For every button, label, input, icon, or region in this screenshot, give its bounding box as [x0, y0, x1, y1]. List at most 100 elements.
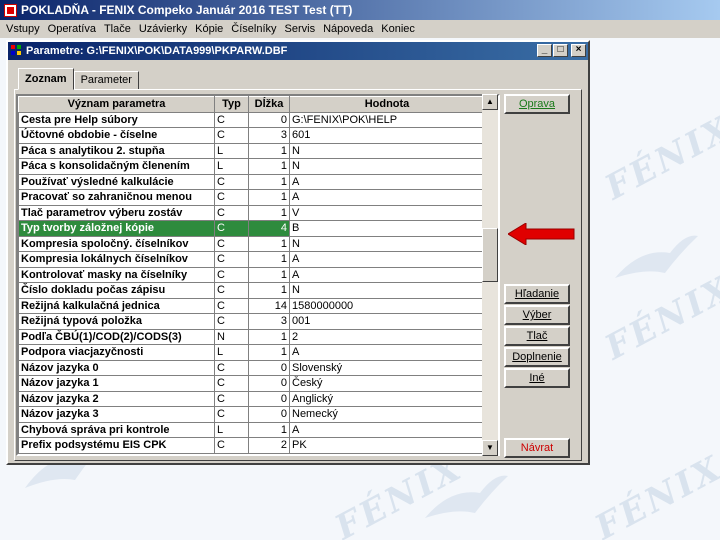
tab-parameter[interactable]: Parameter	[73, 71, 139, 90]
cell-vyznam[interactable]: Pracovať so zahraničnou menou	[18, 189, 215, 206]
table-row[interactable]: Podľa ČBÚ(1)/COD(2)/CODS(3) N 1 2	[18, 328, 485, 345]
menu-koniec[interactable]: Koniec	[377, 23, 419, 35]
cell-dlzka[interactable]: 0	[248, 406, 290, 423]
table-row[interactable]: Typ tvorby záložnej kópie C 4 B	[18, 220, 485, 237]
cell-hodnota[interactable]: B	[289, 220, 485, 237]
tlac-button[interactable]: Tlač	[504, 326, 570, 346]
close-button[interactable]: ×	[571, 44, 586, 57]
cell-vyznam[interactable]: Číslo dokladu počas zápisu	[18, 282, 215, 299]
cell-vyznam[interactable]: Tlač parametrov výberu zostáv	[18, 204, 215, 221]
cell-typ[interactable]: N	[214, 328, 249, 345]
cell-typ[interactable]: C	[214, 390, 249, 407]
column-header-dlzka[interactable]: Dĺžka	[248, 96, 290, 113]
cell-typ[interactable]: L	[214, 421, 249, 438]
cell-typ[interactable]: C	[214, 189, 249, 206]
cell-dlzka[interactable]: 1	[248, 235, 290, 252]
table-row[interactable]: Režijná kalkulačná jednica C 14 1580000000	[18, 297, 485, 314]
cell-dlzka[interactable]: 1	[248, 266, 290, 283]
column-header-hodnota[interactable]: Hodnota	[289, 96, 485, 113]
cell-hodnota[interactable]: 1580000000	[289, 297, 485, 314]
cell-dlzka[interactable]: 3	[248, 313, 290, 330]
cell-dlzka[interactable]: 0	[248, 111, 290, 128]
cell-hodnota[interactable]: Nemecký	[289, 406, 485, 423]
cell-vyznam[interactable]: Kompresia lokálnych číselníkov	[18, 251, 215, 268]
cell-typ[interactable]: C	[214, 282, 249, 299]
cell-typ[interactable]: C	[214, 375, 249, 392]
cell-hodnota[interactable]: N	[289, 142, 485, 159]
menu-uzavierky[interactable]: Uzávierky	[135, 23, 191, 35]
navrat-button[interactable]: Návrat	[504, 438, 570, 458]
cell-dlzka[interactable]: 2	[248, 437, 290, 454]
cell-dlzka[interactable]: 3	[248, 127, 290, 144]
cell-hodnota[interactable]: Anglický	[289, 390, 485, 407]
cell-hodnota[interactable]: N	[289, 158, 485, 175]
table-row[interactable]: Páca s analytikou 2. stupňa L 1 N	[18, 142, 485, 159]
cell-dlzka[interactable]: 4	[248, 220, 290, 237]
cell-vyznam[interactable]: Páca s konsolidačným členením	[18, 158, 215, 175]
cell-dlzka[interactable]: 1	[248, 158, 290, 175]
cell-dlzka[interactable]: 1	[248, 344, 290, 361]
cell-typ[interactable]: C	[214, 406, 249, 423]
table-row[interactable]: Páca s konsolidačným členením L 1 N	[18, 158, 485, 175]
cell-hodnota[interactable]: PK	[289, 437, 485, 454]
cell-dlzka[interactable]: 0	[248, 375, 290, 392]
cell-dlzka[interactable]: 14	[248, 297, 290, 314]
cell-hodnota[interactable]: 601	[289, 127, 485, 144]
table-row[interactable]: Používať výsledné kalkulácie C 1 A	[18, 173, 485, 190]
minimize-button[interactable]: _	[537, 44, 552, 57]
cell-vyznam[interactable]: Podpora viacjazyčnosti	[18, 344, 215, 361]
cell-vyznam[interactable]: Kompresia spoločný. číselníkov	[18, 235, 215, 252]
cell-vyznam[interactable]: Chybová správa pri kontrole	[18, 421, 215, 438]
table-row[interactable]: Kontrolovať masky na číselníky C 1 A	[18, 266, 485, 283]
cell-hodnota[interactable]: 2	[289, 328, 485, 345]
cell-typ[interactable]: C	[214, 204, 249, 221]
table-row[interactable]: Názov jazyka 2 C 0 Anglický	[18, 390, 485, 407]
table-row[interactable]: Prefix podsystému EIS CPK C 2 PK	[18, 437, 485, 454]
menu-tlace[interactable]: Tlače	[100, 23, 135, 35]
table-vertical-scrollbar[interactable]: ▲ ▼	[482, 94, 498, 456]
cell-typ[interactable]: L	[214, 344, 249, 361]
cell-vyznam[interactable]: Režijná kalkulačná jednica	[18, 297, 215, 314]
cell-typ[interactable]: C	[214, 437, 249, 454]
cell-hodnota[interactable]: A	[289, 251, 485, 268]
scroll-up-arrow-icon[interactable]: ▲	[482, 94, 498, 110]
menu-operativa[interactable]: Operatíva	[44, 23, 100, 35]
menu-ciselniky[interactable]: Číselníky	[227, 23, 280, 35]
cell-hodnota[interactable]: A	[289, 344, 485, 361]
cell-vyznam[interactable]: Cesta pre Help súbory	[18, 111, 215, 128]
cell-hodnota[interactable]: 001	[289, 313, 485, 330]
cell-hodnota[interactable]: N	[289, 235, 485, 252]
cell-hodnota[interactable]: A	[289, 421, 485, 438]
table-row[interactable]: Názov jazyka 3 C 0 Nemecký	[18, 406, 485, 423]
cell-typ[interactable]: C	[214, 220, 249, 237]
cell-hodnota[interactable]: V	[289, 204, 485, 221]
cell-hodnota[interactable]: A	[289, 266, 485, 283]
cell-dlzka[interactable]: 1	[248, 204, 290, 221]
column-header-vyznam[interactable]: Význam parametra	[18, 96, 215, 113]
cell-vyznam[interactable]: Názov jazyka 1	[18, 375, 215, 392]
hladanie-button[interactable]: Hľadanie	[504, 284, 570, 304]
menu-servis[interactable]: Servis	[281, 23, 320, 35]
scroll-down-arrow-icon[interactable]: ▼	[482, 440, 498, 456]
cell-typ[interactable]: C	[214, 297, 249, 314]
menu-napoveda[interactable]: Nápoveda	[319, 23, 377, 35]
cell-dlzka[interactable]: 1	[248, 421, 290, 438]
scrollbar-thumb[interactable]	[482, 228, 498, 282]
vyber-button[interactable]: Výber	[504, 305, 570, 325]
cell-hodnota[interactable]: G:\FENIX\POK\HELP	[289, 111, 485, 128]
maximize-button[interactable]: □	[553, 44, 568, 57]
table-row[interactable]: Číslo dokladu počas zápisu C 1 N	[18, 282, 485, 299]
cell-dlzka[interactable]: 1	[248, 251, 290, 268]
cell-vyznam[interactable]: Režijná typová položka	[18, 313, 215, 330]
cell-vyznam[interactable]: Prefix podsystému EIS CPK	[18, 437, 215, 454]
cell-dlzka[interactable]: 1	[248, 189, 290, 206]
cell-vyznam[interactable]: Podľa ČBÚ(1)/COD(2)/CODS(3)	[18, 328, 215, 345]
menu-kopie[interactable]: Kópie	[191, 23, 227, 35]
cell-vyznam[interactable]: Názov jazyka 0	[18, 359, 215, 376]
cell-typ[interactable]: L	[214, 142, 249, 159]
doplnenie-button[interactable]: Doplnenie	[504, 347, 570, 367]
oprava-button[interactable]: Oprava	[504, 94, 570, 114]
table-row[interactable]: Chybová správa pri kontrole L 1 A	[18, 421, 485, 438]
cell-vyznam[interactable]: Názov jazyka 3	[18, 406, 215, 423]
cell-typ[interactable]: C	[214, 359, 249, 376]
